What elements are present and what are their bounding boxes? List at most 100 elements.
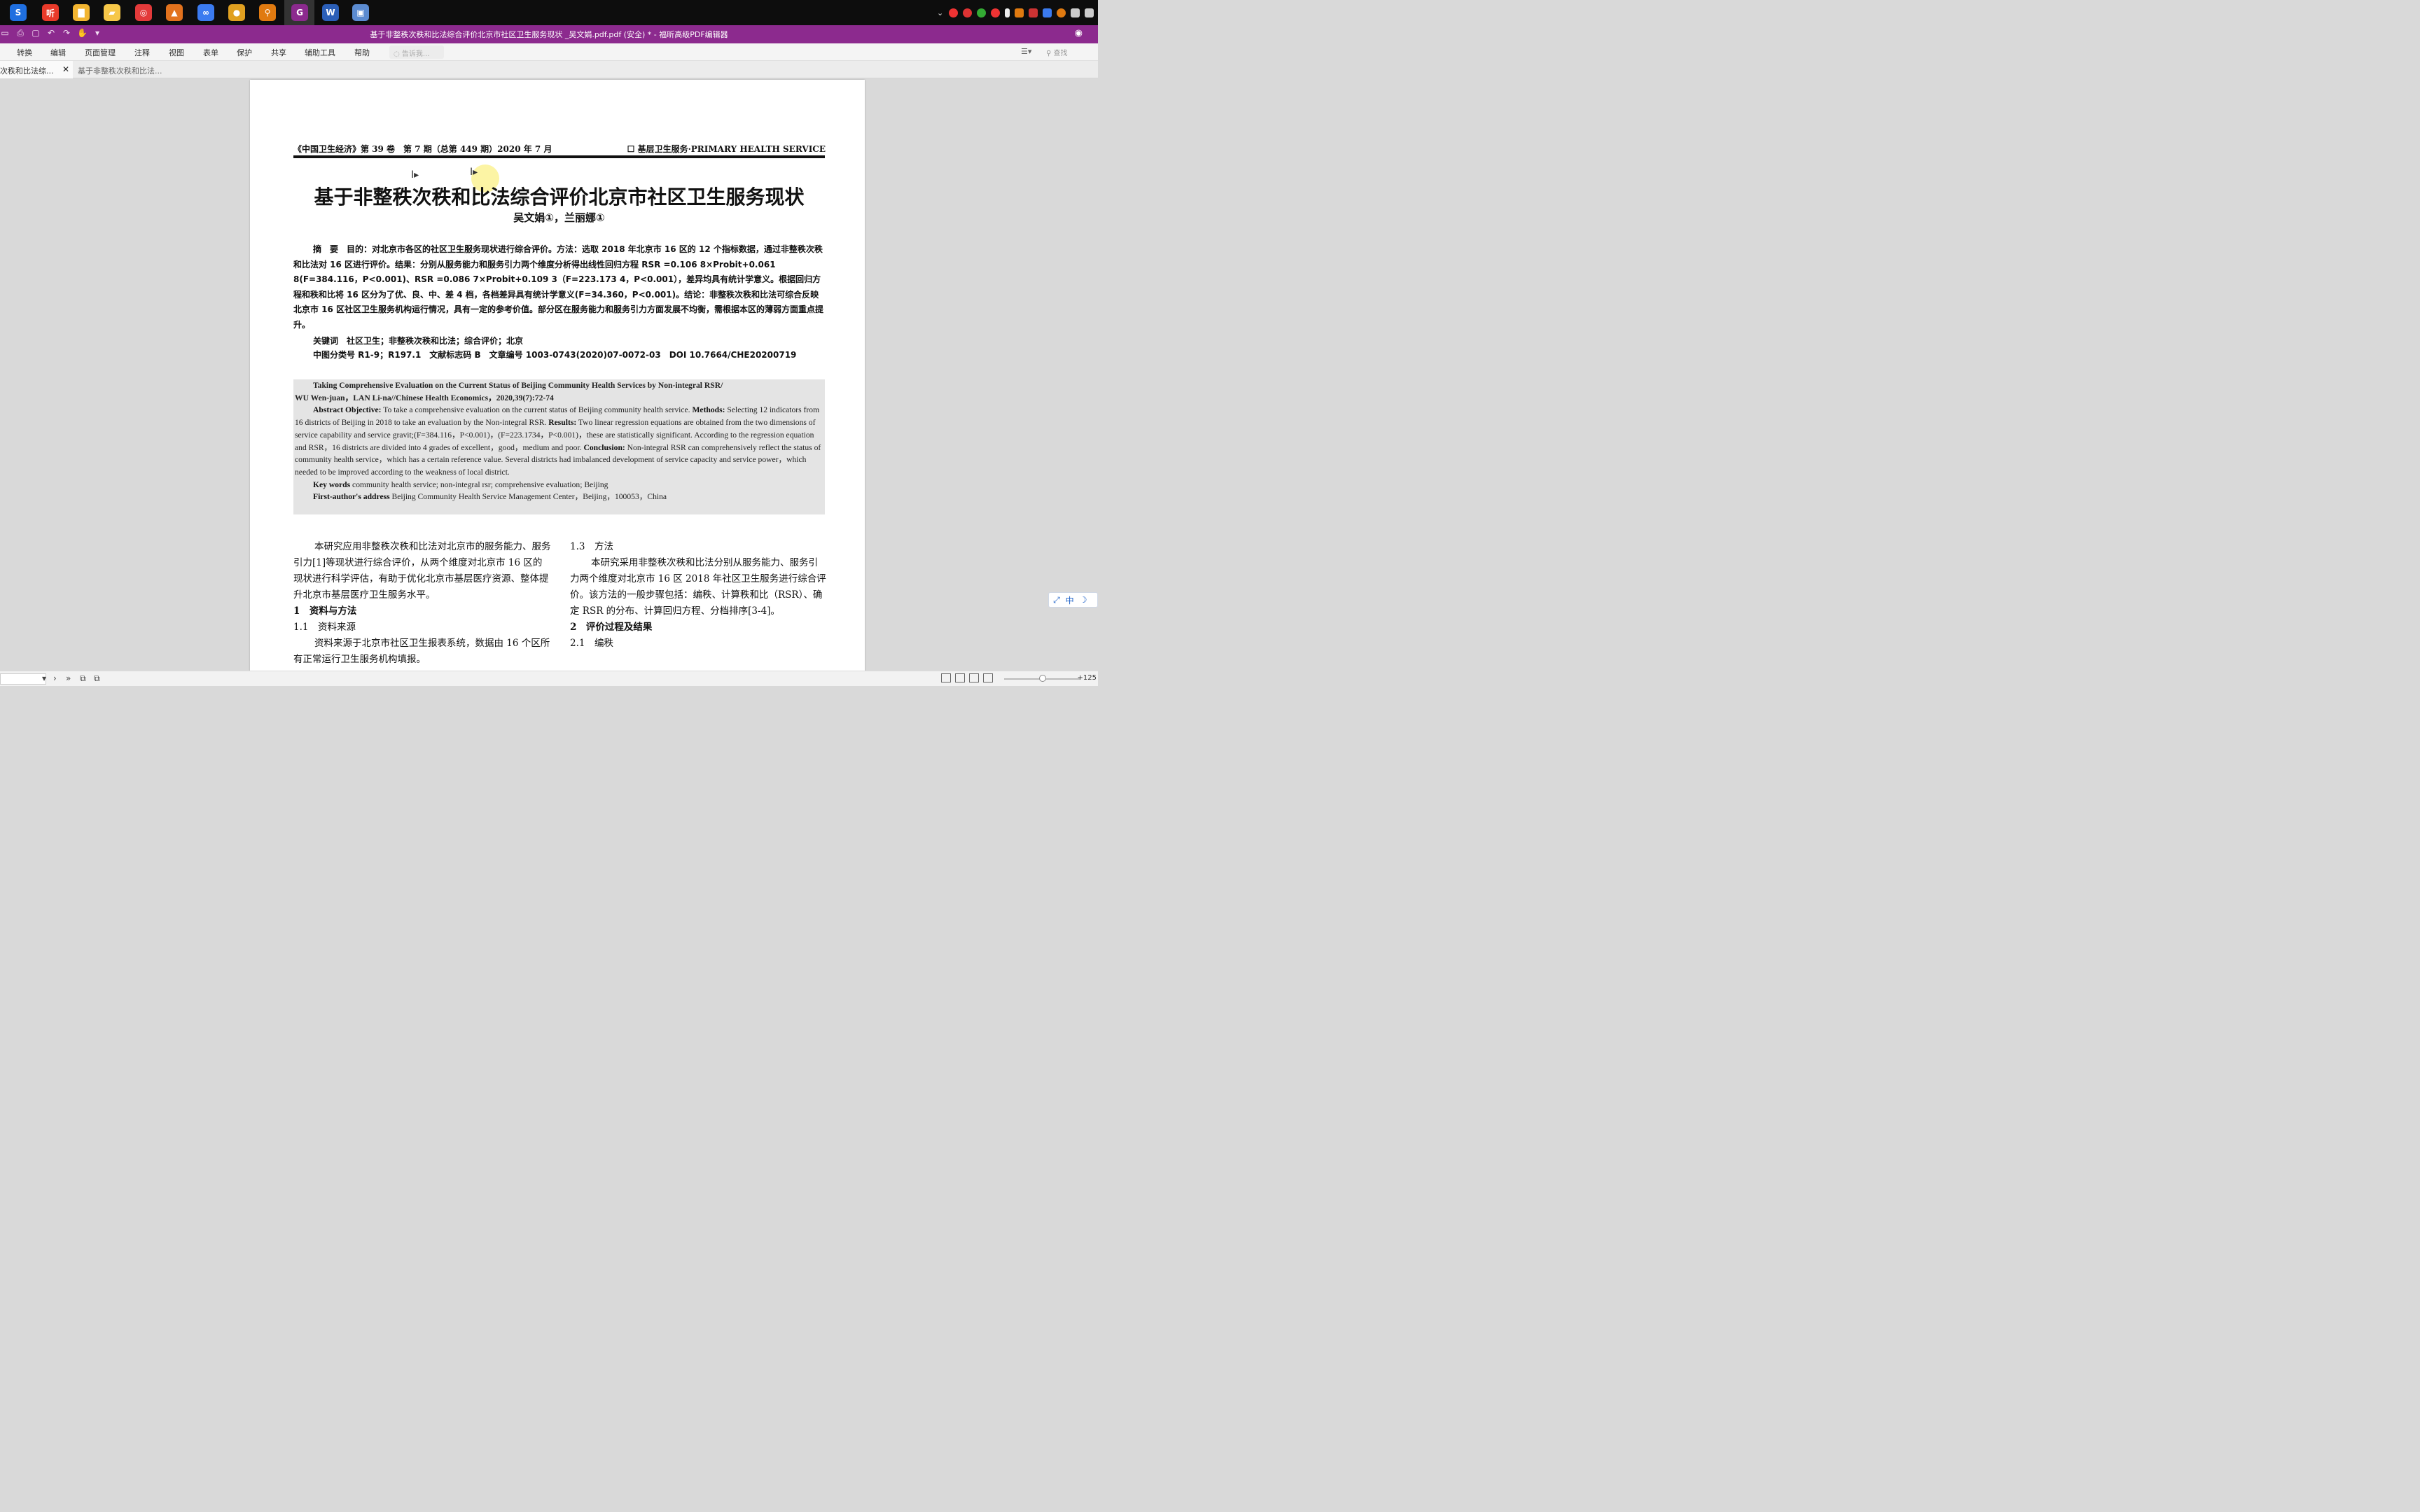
remote-icon[interactable]: ▣ xyxy=(352,4,369,21)
account-icon[interactable]: ◉ xyxy=(1075,28,1083,38)
menu-convert[interactable]: 转换 xyxy=(17,47,32,58)
netease-tray-icon[interactable] xyxy=(991,8,1000,18)
section-heading: 2 评价过程及结果 xyxy=(570,622,653,633)
chevron-down-icon[interactable]: ⌄ xyxy=(937,8,944,18)
address-label: First-author's address xyxy=(313,492,390,502)
tab-document-active[interactable]: 次秩和比法综... ✕ xyxy=(0,61,73,78)
menu-share[interactable]: 共享 xyxy=(271,47,286,58)
subsection-heading: 1.1 资料来源 xyxy=(293,622,356,633)
ime-toolbar[interactable]: ⤢ 中 ☽ xyxy=(1048,592,1098,608)
menu-page-manage[interactable]: 页面管理 xyxy=(85,47,116,58)
menu-form[interactable]: 表单 xyxy=(203,47,218,58)
sogou-icon[interactable]: S xyxy=(10,4,27,21)
conclusion-label: Conclusion: xyxy=(583,442,625,452)
ime-mode[interactable]: 中 xyxy=(1066,594,1074,606)
menu-view[interactable]: 视图 xyxy=(169,47,184,58)
pdf-page[interactable]: 《中国卫生经济》第 39 卷 第 7 期（总第 449 期）2020 年 7 月… xyxy=(250,80,865,672)
view-mode-group xyxy=(941,673,993,682)
subsection-heading: 2.1 编秩 xyxy=(570,638,613,649)
english-title: Taking Comprehensive Evaluation on the C… xyxy=(313,381,723,390)
tell-me-placeholder: 告诉我... xyxy=(401,50,430,58)
menu-accessibility[interactable]: 辅助工具 xyxy=(305,47,335,58)
last-page-icon[interactable]: » xyxy=(66,673,71,683)
menu-bar: 转换 编辑 页面管理 注释 视图 表单 保护 共享 辅助工具 帮助 ◌ 告诉我.… xyxy=(0,43,1098,61)
word-icon[interactable]: W xyxy=(322,4,339,21)
folder-icon[interactable]: ▰ xyxy=(104,4,120,21)
find-input[interactable]: ⚲ 查找 xyxy=(1046,47,1068,57)
single-page-icon[interactable] xyxy=(941,673,951,682)
address-value: Beijing Community Health Service Managem… xyxy=(391,492,667,502)
english-abstract-box: Taking Comprehensive Evaluation on the C… xyxy=(293,379,825,514)
classification-line: 中图分类号 R1-9；R197.1 文献标志码 B 文章编号 1003-0743… xyxy=(313,350,797,360)
search-tool-icon[interactable]: ⚲ xyxy=(259,4,276,21)
foxit-pdf-icon[interactable]: G xyxy=(291,4,308,21)
system-tray: ⌄ xyxy=(937,0,1094,25)
zoom-level[interactable]: +125 xyxy=(1078,674,1097,682)
copy-page-icon[interactable]: ⧉ xyxy=(80,673,86,684)
files-icon[interactable]: ▇ xyxy=(73,4,90,21)
english-keywords: Key words community health service; non-… xyxy=(295,479,823,491)
ting-icon[interactable]: 听 xyxy=(42,4,59,21)
menu-help[interactable]: 帮助 xyxy=(354,47,370,58)
subsection-heading: 1.3 方法 xyxy=(570,541,613,552)
menu-edit[interactable]: 编辑 xyxy=(50,47,66,58)
methods-label: Methods: xyxy=(692,405,725,415)
baidu-pan-icon[interactable]: ∞ xyxy=(197,4,214,21)
netease-music-icon[interactable]: ◎ xyxy=(135,4,152,21)
taskbar: S 听 ▇ ▰ ◎ ▲ ∞ ● ⚲ G W ▣ ⌄ xyxy=(0,0,1098,25)
moon-icon[interactable] xyxy=(963,8,972,18)
keywords-zh: 关键词 社区卫生；非整秩次秩和比法；综合评价；北京 xyxy=(313,336,524,346)
menu-comment[interactable]: 注释 xyxy=(134,47,150,58)
section-header: ☐ 基层卫生服务·PRIMARY HEALTH SERVICE xyxy=(627,144,826,154)
app-tray-icon[interactable] xyxy=(1015,8,1024,18)
continuous-icon[interactable] xyxy=(955,673,965,682)
app-tray-icon-3[interactable] xyxy=(1043,8,1052,18)
abstract-label: Abstract Objective: xyxy=(313,405,382,415)
journal-header: 《中国卫生经济》第 39 卷 第 7 期（总第 449 期）2020 年 7 月 xyxy=(293,144,552,154)
record-icon[interactable] xyxy=(949,8,958,18)
ribbon-toggle-icon[interactable]: ☰▾ xyxy=(1021,47,1031,56)
tab-label: 基于非整秩次秩和比法... xyxy=(78,66,162,76)
intro-paragraph: 本研究应用非整秩次秩和比法对北京市的服务能力、服务引力[1]等现状进行综合评价，… xyxy=(293,541,551,601)
english-address: First-author's address Beijing Community… xyxy=(295,491,823,503)
search-tray-icon[interactable] xyxy=(1057,8,1066,18)
app-tray-icon-2[interactable] xyxy=(1029,8,1038,18)
chrome-icon[interactable]: ● xyxy=(228,4,245,21)
keywords-value: community health service; non-integral r… xyxy=(352,479,609,489)
abstract-zh: 摘 要 目的：对北京市各区的社区卫生服务现状进行综合评价。方法：选取 2018 … xyxy=(293,244,824,330)
tab-label: 次秩和比法综... xyxy=(0,66,54,76)
next-page-icon[interactable]: › xyxy=(53,673,57,683)
text-cursor-icon: I▸ xyxy=(470,167,478,178)
menu-protect[interactable]: 保护 xyxy=(237,47,252,58)
matlab-icon[interactable]: ▲ xyxy=(166,4,183,21)
tab-document-inactive[interactable]: 基于非整秩次秩和比法... xyxy=(78,61,169,78)
english-authors: WU Wen-juan，LAN Li-na//Chinese Health Ec… xyxy=(295,393,554,402)
body-paragraph: 本研究采用非整秩次秩和比法分别从服务能力、服务引力两个维度对北京市 16 区 2… xyxy=(570,557,826,617)
close-icon[interactable]: ✕ xyxy=(62,64,69,74)
tell-me-input[interactable]: ◌ 告诉我... xyxy=(389,46,444,59)
wechat-icon[interactable] xyxy=(977,8,986,18)
find-label: 查找 xyxy=(1053,50,1068,57)
network-icon[interactable] xyxy=(1085,8,1094,18)
mic-icon[interactable] xyxy=(1005,8,1010,18)
section-heading: 1 资料与方法 xyxy=(293,606,357,617)
facing-icon[interactable] xyxy=(969,673,979,682)
page-view-icon[interactable]: ⧉ xyxy=(94,673,100,684)
text-cursor-icon: I▸ xyxy=(411,169,419,181)
body-column-left: 本研究应用非整秩次秩和比法对北京市的服务能力、服务引力[1]等现状进行综合评价，… xyxy=(293,539,551,668)
volume-icon[interactable] xyxy=(1071,8,1080,18)
moon-icon[interactable]: ☽ xyxy=(1080,595,1087,605)
cover-facing-icon[interactable] xyxy=(983,673,993,682)
zoom-slider-handle[interactable] xyxy=(1039,675,1046,682)
title-bar: ▭ ⎙ ▢ ↶ ↷ ✋ ▾ 基于非整秩次秩和比法综合评价北京市社区卫生服务现状 … xyxy=(0,25,1098,43)
expand-icon[interactable]: ⤢ xyxy=(1053,595,1060,606)
body-paragraph: 资料来源于北京市社区卫生报表系统，数据由 16 个区所有正常运行卫生服务机构填报… xyxy=(293,638,550,665)
lightbulb-icon: ◌ xyxy=(394,50,402,58)
page-dropdown-icon[interactable]: ▾ xyxy=(42,673,46,683)
header-rule xyxy=(293,155,825,158)
results-label: Results: xyxy=(548,418,577,428)
document-tab-bar: 次秩和比法综... ✕ 基于非整秩次秩和比法... xyxy=(0,61,1098,78)
abstract-objective: To take a comprehensive evaluation on th… xyxy=(383,405,690,415)
article-title: 基于非整秩次秩和比法综合评价北京市社区卫生服务现状 xyxy=(314,186,805,209)
page-number-input[interactable] xyxy=(0,673,46,685)
